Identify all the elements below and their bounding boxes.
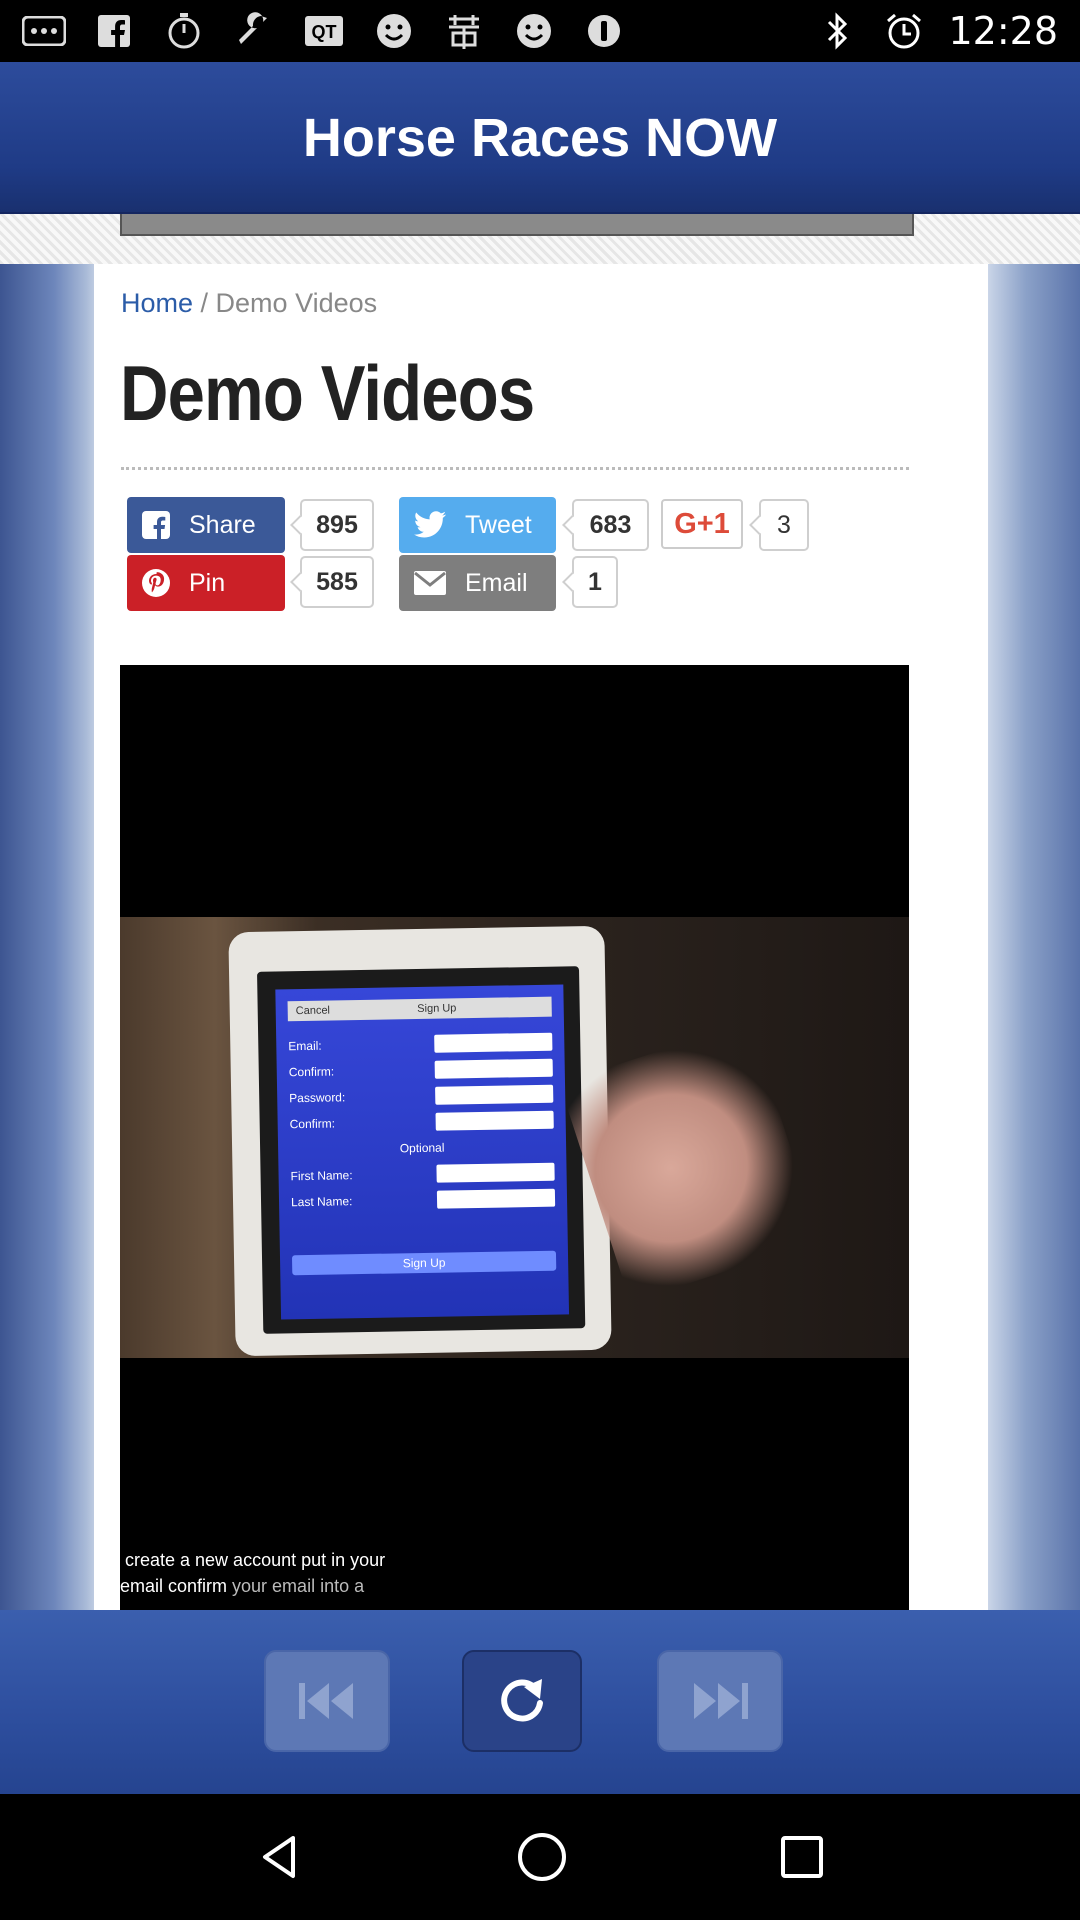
tablet-device-image: Cancel Sign Up Email: Confirm: Password:… <box>228 925 612 1357</box>
media-controls <box>0 1610 1080 1794</box>
tablet-signup-title: Sign Up <box>417 1002 457 1016</box>
page-title: Demo Videos <box>120 349 535 437</box>
tablet-field-box <box>436 1188 556 1209</box>
skip-forward-icon <box>694 1683 748 1719</box>
breadcrumb-separator: / <box>193 288 216 318</box>
caption-rest: your email into a <box>227 1576 365 1596</box>
info-circle-icon <box>582 13 626 49</box>
caption-bold: email confirm <box>120 1576 228 1596</box>
breadcrumb-current: Demo Videos <box>215 288 378 318</box>
facebook-share-label: Share <box>189 510 256 539</box>
tablet-field-box <box>436 1162 555 1183</box>
next-button[interactable] <box>657 1650 783 1752</box>
email-count: 1 <box>572 556 618 608</box>
tablet-field-label: First Name: <box>290 1168 353 1184</box>
divider <box>121 467 909 470</box>
tweet-button[interactable]: Tweet <box>399 497 556 553</box>
google-plus-button[interactable]: G+1 <box>661 499 743 549</box>
breadcrumb: Home / Demo Videos <box>121 288 377 319</box>
svg-text:QT: QT <box>312 22 337 42</box>
system-nav-bar <box>0 1794 1080 1920</box>
email-label: Email <box>465 568 528 597</box>
tweet-count: 683 <box>572 499 649 551</box>
refresh-button[interactable] <box>462 1650 582 1752</box>
google-plus-count: 3 <box>759 499 809 551</box>
wrench-icon <box>232 12 276 49</box>
tablet-field-label: Last Name: <box>290 1194 353 1210</box>
smiley-icon <box>512 13 556 49</box>
tablet-signup-header: Cancel Sign Up <box>287 996 552 1022</box>
video-player[interactable]: Cancel Sign Up Email: Confirm: Password:… <box>120 665 909 1610</box>
video-caption: create a new account put in your email c… <box>120 1547 450 1599</box>
bluetooth-icon <box>816 12 860 50</box>
pin-count: 585 <box>300 556 374 608</box>
pinterest-icon <box>142 569 170 597</box>
more-icon <box>22 13 66 49</box>
caption-line-1: create a new account put in your <box>125 1550 386 1570</box>
tablet-field-label: Email: <box>288 1038 322 1054</box>
facebook-share-button[interactable]: Share <box>127 497 285 553</box>
pinterest-pin-button[interactable]: Pin <box>127 555 285 611</box>
facebook-icon <box>142 511 170 540</box>
smiley-icon <box>372 13 416 49</box>
notification-icons: QT <box>22 12 816 49</box>
recents-icon[interactable] <box>779 1834 825 1880</box>
tablet-screen: Cancel Sign Up Email: Confirm: Password:… <box>275 984 570 1320</box>
breadcrumb-home-link[interactable]: Home <box>121 288 193 318</box>
tablet-cancel-text: Cancel <box>295 1004 331 1018</box>
tablet-field-label: Confirm: <box>288 1064 335 1080</box>
tablet-bezel: Cancel Sign Up Email: Confirm: Password:… <box>257 966 586 1334</box>
tablet-field-box <box>435 1110 554 1131</box>
envelope-icon <box>414 571 446 595</box>
tweet-label: Tweet <box>465 510 532 539</box>
twitter-bird-icon <box>414 511 447 538</box>
pin-label: Pin <box>189 568 226 597</box>
previous-button[interactable] <box>264 1650 390 1752</box>
rewind-icon <box>299 1683 353 1719</box>
status-bar: QT 12:28 <box>0 0 1080 62</box>
webview-content: Home / Demo Videos Demo Videos Share 895… <box>94 264 988 1610</box>
clock: 12:28 <box>948 9 1058 53</box>
tablet-field-box <box>434 1032 553 1053</box>
app-title: Horse Races NOW <box>302 108 778 168</box>
email-share-button[interactable]: Email <box>399 555 556 611</box>
facebook-share-count: 895 <box>300 499 374 551</box>
tablet-field-label: Password: <box>289 1090 346 1106</box>
home-icon[interactable] <box>516 1831 568 1883</box>
facebook-icon <box>92 13 136 49</box>
status-right: 12:28 <box>816 9 1058 53</box>
app-header: Horse Races NOW <box>0 62 1080 214</box>
tablet-field-label: Confirm: <box>289 1116 336 1132</box>
tablet-form-row: Last Name: <box>290 1185 556 1216</box>
screen: QT 12:28 Horse Races NOW Home / Demo Vid… <box>0 0 1080 1920</box>
refresh-icon <box>501 1679 543 1722</box>
caption-line-2: email confirm your email into a <box>120 1573 450 1599</box>
kanji-icon <box>442 13 486 49</box>
tablet-field-box <box>434 1058 553 1079</box>
ad-banner[interactable] <box>120 214 914 236</box>
video-frame: Cancel Sign Up Email: Confirm: Password:… <box>120 917 909 1358</box>
alarm-icon <box>882 13 926 49</box>
back-icon[interactable] <box>255 1832 305 1882</box>
qr-icon: QT <box>302 13 346 49</box>
tablet-field-box <box>435 1084 554 1105</box>
stopwatch-icon <box>162 13 206 49</box>
tablet-signup-button: Sign Up <box>291 1250 557 1276</box>
